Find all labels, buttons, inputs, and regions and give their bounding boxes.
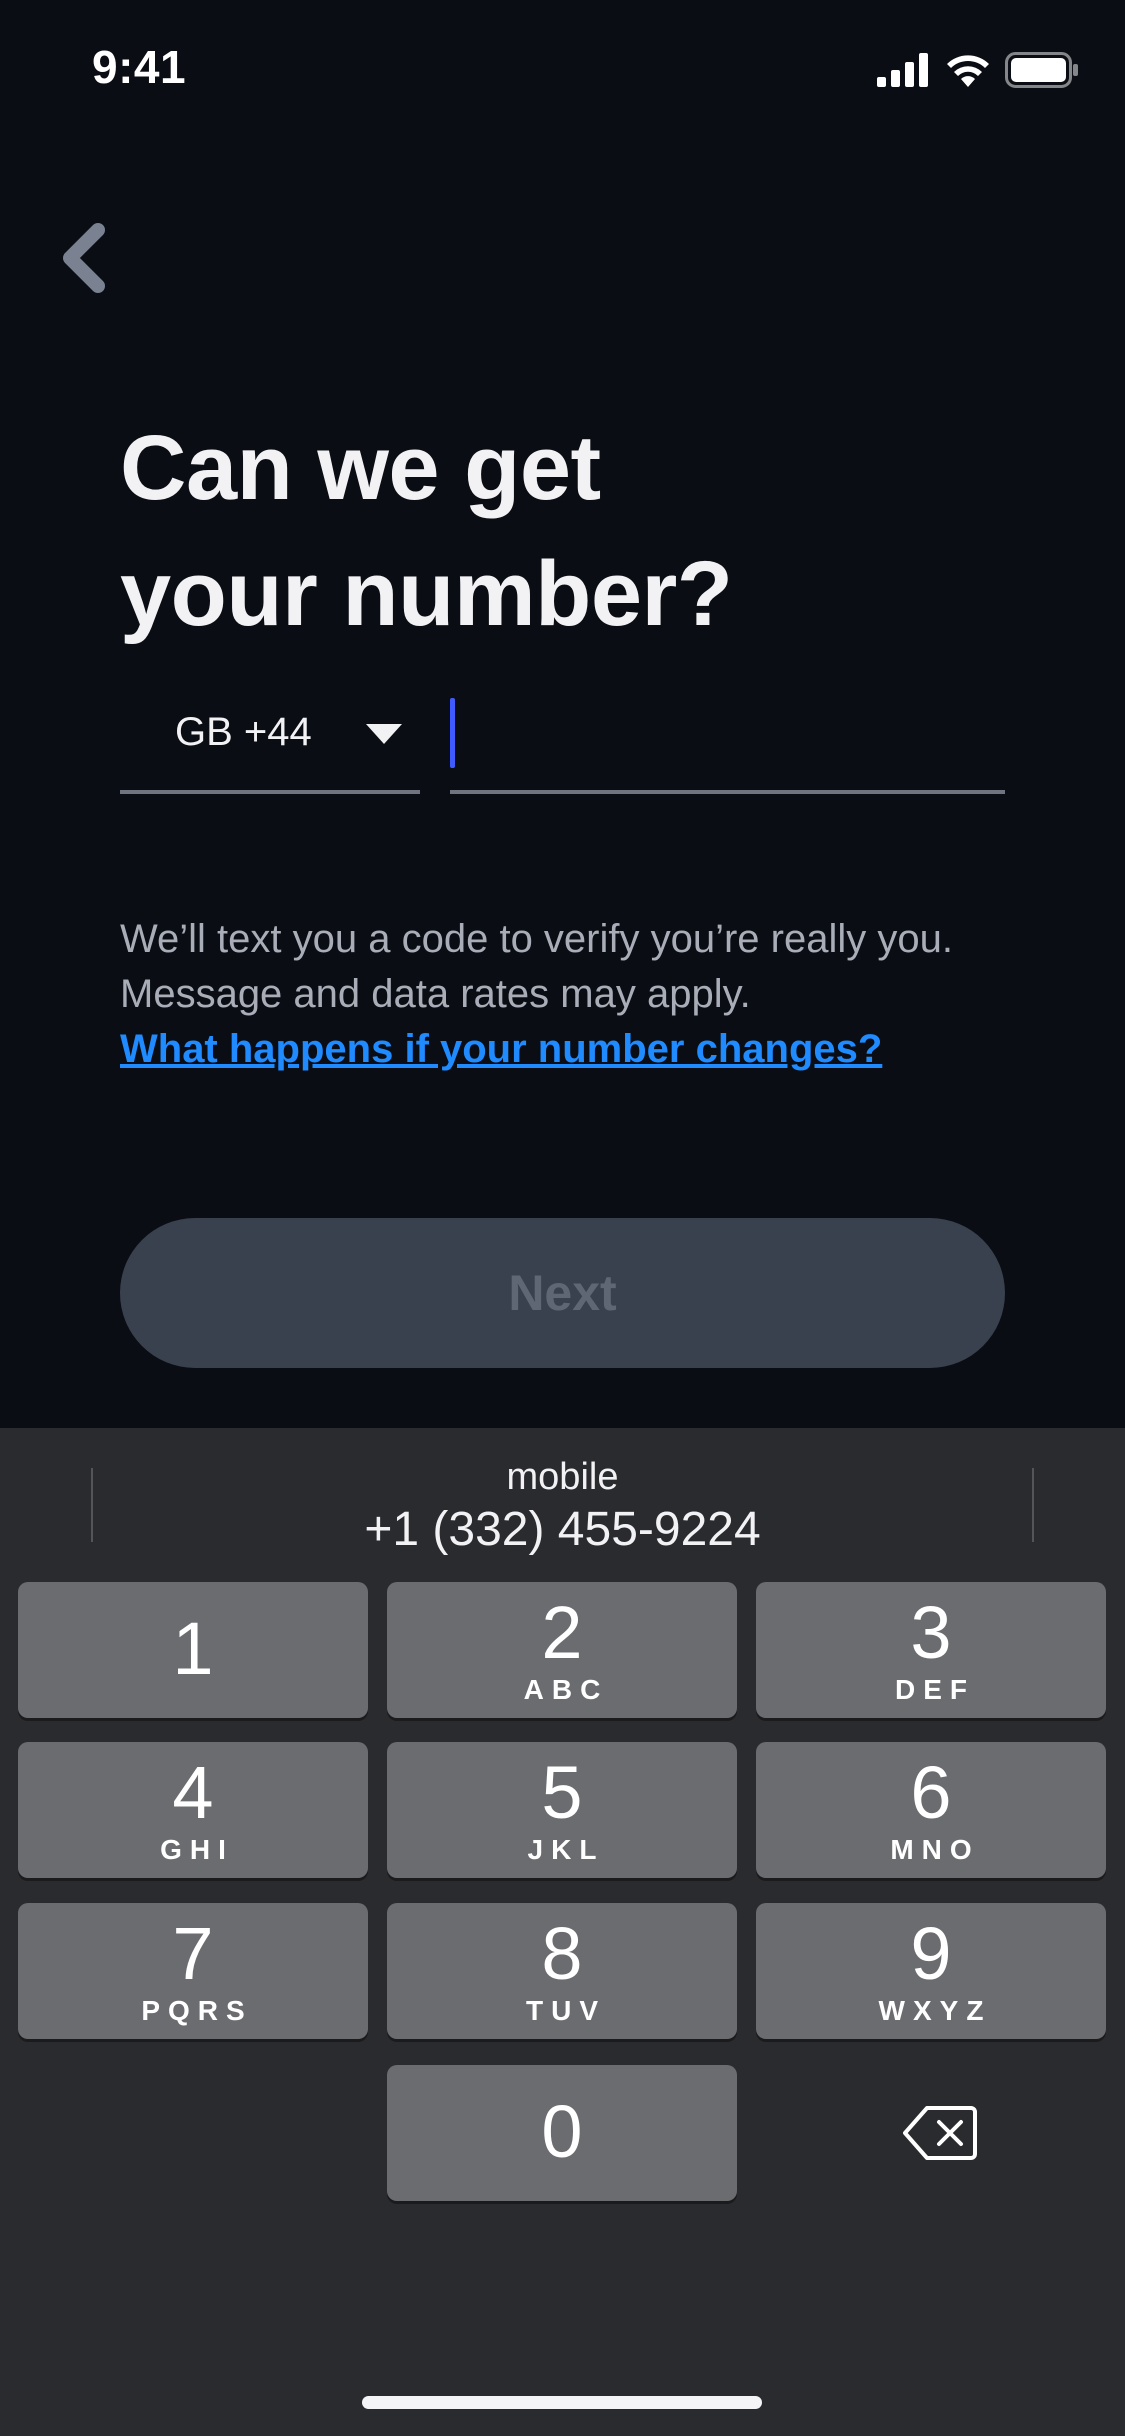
- key-8[interactable]: 8 TUV: [387, 1903, 737, 2039]
- dropdown-caret-icon: [366, 724, 402, 744]
- info-description: We’ll text you a code to verify you’re r…: [120, 917, 953, 1016]
- page-title: Can we get your number?: [120, 405, 1020, 657]
- key-letters: JKL: [527, 1834, 605, 1865]
- key-0[interactable]: 0: [387, 2065, 737, 2201]
- key-digit: 7: [172, 1912, 214, 1995]
- page-title-line-2: your number?: [120, 543, 733, 645]
- key-3[interactable]: 3 DEF: [756, 1582, 1106, 1718]
- key-letters: MNO: [890, 1834, 980, 1865]
- country-code-label: GB +44: [175, 710, 312, 754]
- key-9[interactable]: 9 WXYZ: [756, 1903, 1106, 2039]
- key-letters: ABC: [523, 1674, 609, 1705]
- delete-key[interactable]: [870, 2065, 1010, 2201]
- key-7[interactable]: 7 PQRS: [18, 1903, 368, 2039]
- delete-icon: [903, 2106, 977, 2160]
- key-digit: 0: [541, 2090, 583, 2173]
- suggestion-number: +1 (332) 455-9224: [364, 1503, 761, 1556]
- page-title-line-1: Can we get: [120, 417, 601, 519]
- suggestion-label: mobile: [506, 1456, 619, 1498]
- back-button[interactable]: [48, 210, 128, 310]
- key-4[interactable]: 4 GHI: [18, 1742, 368, 1878]
- key-digit: 5: [541, 1751, 583, 1834]
- key-digit: 3: [910, 1591, 952, 1674]
- status-bar: 9:41: [0, 0, 1125, 140]
- key-digit: 4: [172, 1751, 214, 1834]
- autofill-suggestion[interactable]: mobile +1 (332) 455-9224: [0, 1428, 1125, 1568]
- key-5[interactable]: 5 JKL: [387, 1742, 737, 1878]
- key-1[interactable]: 1: [18, 1582, 368, 1718]
- status-time: 9:41: [92, 41, 187, 93]
- signal-icon: [877, 53, 928, 87]
- status-icons: [877, 48, 1079, 92]
- key-2[interactable]: 2 ABC: [387, 1582, 737, 1718]
- key-digit: 2: [541, 1591, 583, 1674]
- key-letters: TUV: [526, 1995, 606, 2026]
- key-digit: 1: [172, 1607, 214, 1690]
- key-letters: DEF: [895, 1674, 975, 1705]
- back-chevron-icon: [63, 223, 105, 293]
- key-letters: WXYZ: [878, 1995, 992, 2026]
- key-digit: 6: [910, 1751, 952, 1834]
- wifi-icon: [947, 55, 989, 87]
- key-digit: 9: [910, 1912, 952, 1995]
- number-change-link[interactable]: What happens if your number changes?: [120, 1022, 1020, 1077]
- home-indicator[interactable]: [362, 2396, 762, 2409]
- battery-icon: [1005, 52, 1078, 88]
- phone-number-input[interactable]: [450, 698, 1005, 788]
- info-text: We’ll text you a code to verify you’re r…: [120, 912, 1020, 1077]
- next-button[interactable]: Next: [120, 1218, 1005, 1368]
- key-digit: 8: [541, 1912, 583, 1995]
- country-code-picker[interactable]: GB +44: [120, 698, 420, 794]
- key-6[interactable]: 6 MNO: [756, 1742, 1106, 1878]
- phone-number-field[interactable]: [450, 698, 1005, 794]
- key-letters: GHI: [160, 1834, 234, 1865]
- key-letters: PQRS: [141, 1995, 253, 2026]
